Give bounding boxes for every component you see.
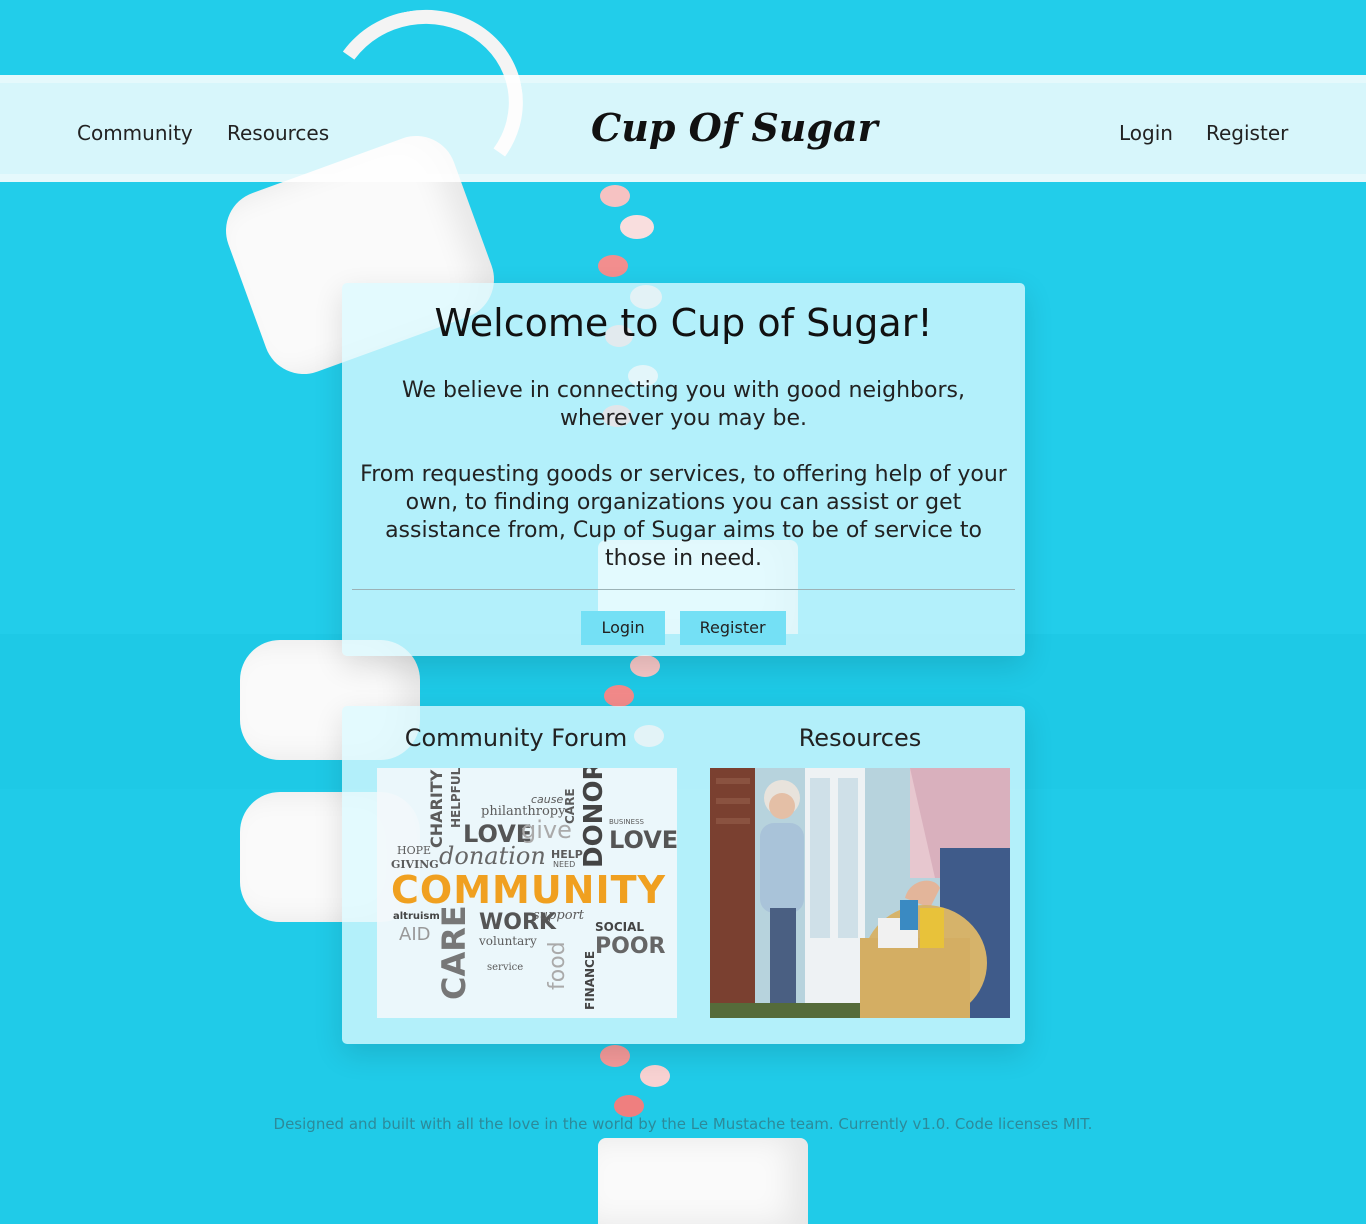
resources-image[interactable] [710, 768, 1010, 1018]
wordcloud-word: altruism [393, 911, 440, 922]
sections-card: Community Forum Resources CHARITY HELPFU… [342, 706, 1025, 1044]
wordcloud-word: HOPE [397, 844, 432, 857]
mug-image [598, 1138, 808, 1224]
wordcloud-word: DONOR [579, 768, 609, 868]
footer-text: Designed and built with all the love in … [273, 1115, 1093, 1133]
nav-community-link[interactable]: Community [77, 121, 193, 145]
top-navbar: Community Resources Cup Of Sugar Login R… [0, 75, 1366, 182]
nav-login-link[interactable]: Login [1119, 121, 1173, 145]
brand-logo[interactable]: Cup Of Sugar [591, 105, 878, 150]
wordcloud-word: CARE [435, 905, 473, 1000]
community-forum-image[interactable]: CHARITY HELPFUL philanthropy cause CARE … [377, 768, 677, 1018]
wordcloud-word: AID [399, 924, 431, 945]
wordcloud-word: FINANCE [583, 950, 597, 1010]
welcome-button-row: Login Register [352, 611, 1015, 645]
welcome-title: Welcome to Cup of Sugar! [434, 301, 933, 345]
wordcloud-word: donation [439, 842, 546, 870]
wordcloud-word: cause [531, 793, 564, 806]
wordcloud-word: SOCIAL [595, 920, 645, 934]
welcome-register-button[interactable]: Register [679, 611, 786, 645]
welcome-intro-text: We believe in connecting you with good n… [402, 378, 965, 431]
resources-title[interactable]: Resources [710, 724, 1010, 752]
wordcloud-main-word: COMMUNITY [391, 868, 667, 912]
wordcloud-word: give [521, 816, 572, 844]
community-forum-title[interactable]: Community Forum [377, 724, 655, 752]
welcome-login-button[interactable]: Login [581, 611, 665, 645]
welcome-divider [352, 589, 1015, 590]
wordcloud-word: LOVE [609, 826, 677, 854]
neighbors-photo-illustration [710, 768, 1010, 1018]
wordcloud-word: POOR [595, 934, 666, 959]
nav-resources-link[interactable]: Resources [227, 121, 329, 145]
wordcloud-word: CHARITY [427, 769, 446, 848]
welcome-card: Welcome to Cup of Sugar! We believe in c… [342, 283, 1025, 656]
nav-register-link[interactable]: Register [1206, 121, 1288, 145]
wordcloud-word: service [487, 962, 524, 973]
wordcloud-word: HELPFUL [449, 768, 463, 828]
wordcloud-word: voluntary [479, 934, 537, 948]
wordcloud-word: food [545, 941, 570, 990]
welcome-body-text: From requesting goods or services, to of… [360, 462, 1007, 571]
wordcloud-word: BUSINESS [609, 818, 644, 826]
